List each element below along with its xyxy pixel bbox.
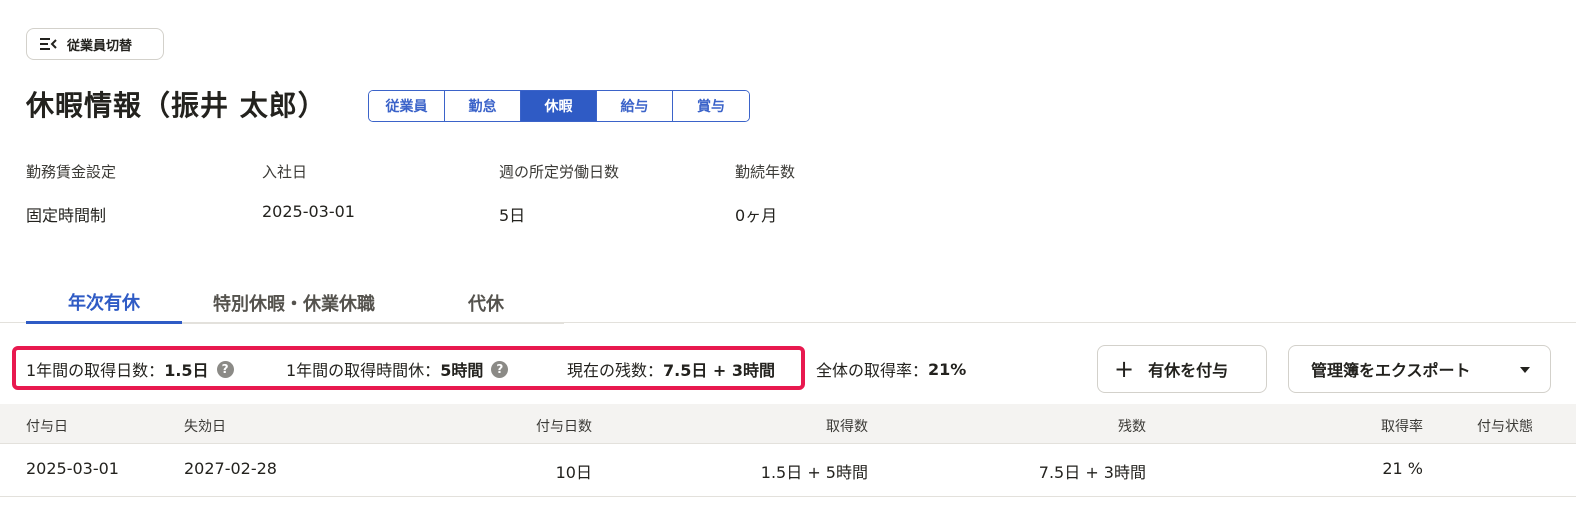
info-value-weekly-workdays: 5日 [499,206,526,225]
segment-employee[interactable]: 従業員 [369,91,445,121]
caret-down-icon [1520,367,1530,373]
cell-expiry-date: 2027-02-28 [184,459,277,478]
summary-remaining: 現在の残数： 7.5日 + 3時間 [567,361,776,380]
summary-overall-rate: 全体の取得率： 21% [816,359,967,381]
cell-remaining: 7.5日 + 3時間 [1038,463,1146,482]
tab-compensatory-leave[interactable]: 代休 [446,282,526,324]
plus-icon: + [1114,355,1135,383]
summary-days-taken: 1年間の取得日数： 1.5日 ? [26,357,234,381]
section-segmented-control: 従業員 勤怠 休暇 給与 賞与 [368,90,750,122]
menu-collapse-icon [39,37,57,51]
cell-grant-date: 2025-03-01 [26,459,119,478]
column-header-remaining[interactable]: 残数 [1046,416,1146,436]
help-icon[interactable]: ? [216,360,234,378]
segment-bonus[interactable]: 賞与 [673,91,749,121]
segment-attendance[interactable]: 勤怠 [445,91,521,121]
summary-hours-taken: 1年間の取得時間休： 5時間 ? [286,357,509,381]
column-header-taken[interactable]: 取得数 [768,416,868,436]
tab-special-leave[interactable]: 特別休暇・休業休職 [192,282,396,324]
info-value-tenure: 0ヶ月 [735,206,778,225]
info-value-hire-date: 2025-03-01 [262,202,355,221]
help-icon[interactable]: ? [491,360,509,378]
column-header-expiry-date[interactable]: 失効日 [184,416,226,436]
export-ledger-dropdown[interactable]: 管理簿をエクスポート [1288,345,1551,393]
info-label-hire-date: 入社日 [262,163,308,181]
column-header-grant-status[interactable]: 付与状態 [1477,416,1533,436]
export-ledger-label: 管理簿をエクスポート [1311,361,1471,380]
info-label-tenure: 勤続年数 [735,163,796,181]
column-header-grant-date[interactable]: 付与日 [26,416,68,436]
info-label-weekly-workdays: 週の所定労働日数 [499,163,620,181]
table-header: 付与日 失効日 付与日数 取得数 残数 取得率 付与状態 [0,404,1576,444]
column-header-granted-days[interactable]: 付与日数 [492,416,592,436]
segment-leave[interactable]: 休暇 [521,91,597,121]
grant-leave-label: 有休を付与 [1148,361,1229,380]
tab-annual-paid-leave[interactable]: 年次有休 [26,282,182,324]
cell-rate: 21 % [1382,459,1423,478]
segment-salary[interactable]: 給与 [597,91,673,121]
switch-employee-button[interactable]: 従業員切替 [26,28,164,60]
info-label-wage-setting: 勤務賃金設定 [26,163,117,181]
grant-leave-button[interactable]: + 有休を付与 [1097,345,1267,393]
column-header-rate[interactable]: 取得率 [1323,416,1423,436]
page-title: 休暇情報（振井 太郎） [26,89,327,122]
table-row[interactable]: 2025-03-01 2027-02-28 10日 1.5日 + 5時間 7.5… [0,444,1576,497]
cell-granted-days: 10日 [555,463,592,482]
cell-taken: 1.5日 + 5時間 [760,463,868,482]
switch-employee-label: 従業員切替 [67,38,133,54]
info-value-wage-setting: 固定時間制 [26,206,107,225]
